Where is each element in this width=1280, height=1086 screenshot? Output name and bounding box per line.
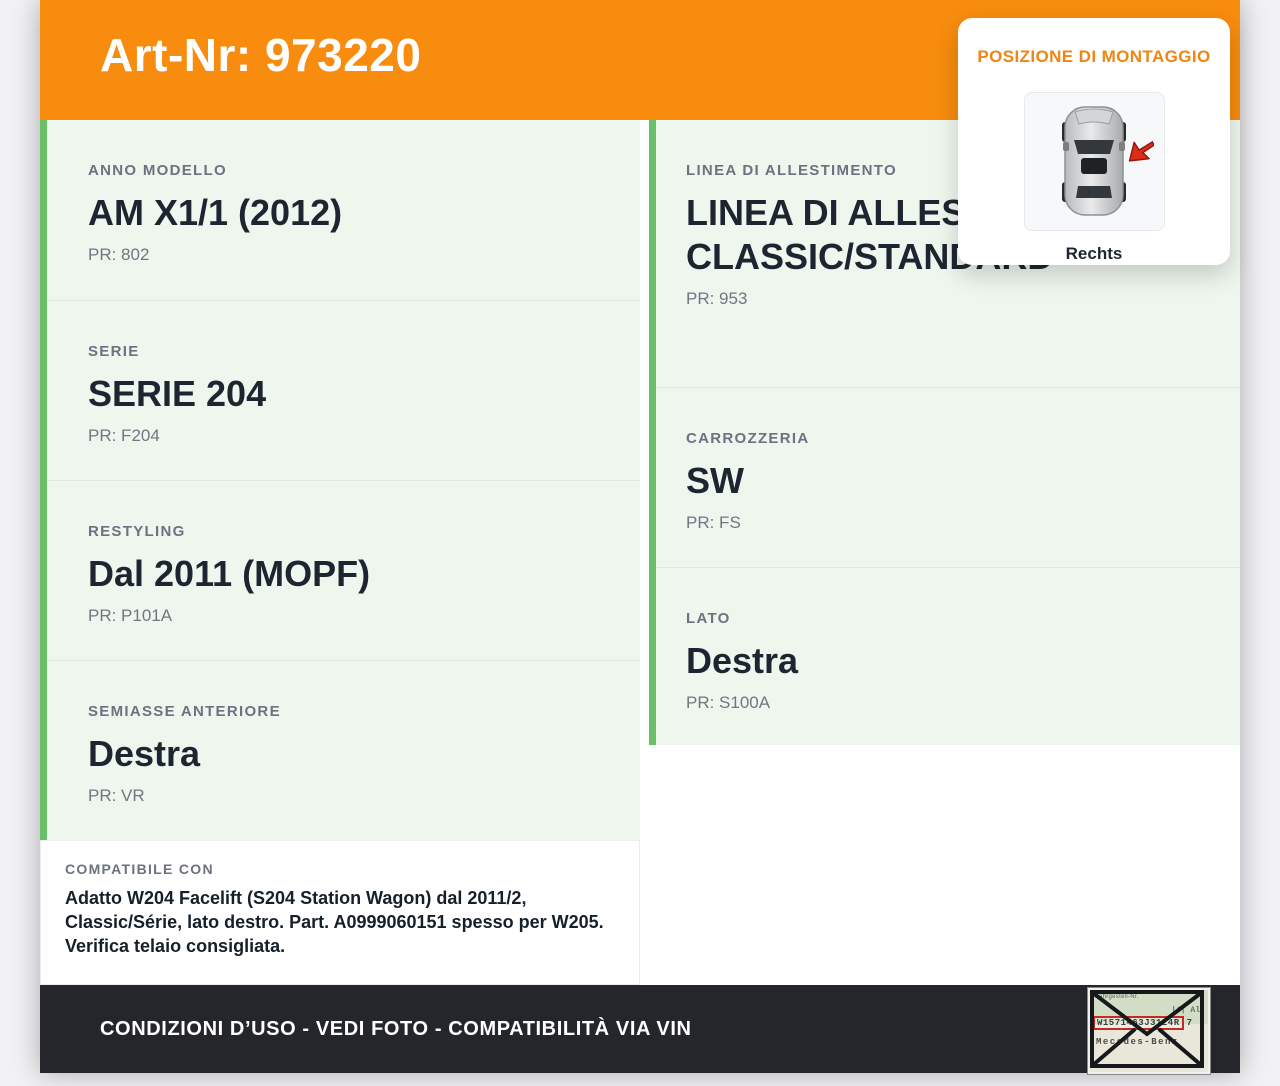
spec-label: CARROZZERIA — [686, 430, 810, 447]
envelope-outline-icon — [1090, 990, 1204, 1068]
spec-section-lato: LATO Destra PR: S100A — [656, 567, 1240, 745]
spec-value: Dal 2011 (MOPF) — [88, 553, 371, 594]
spec-label: RESTYLING — [88, 523, 186, 540]
spec-pr-code: PR: P101A — [88, 605, 173, 625]
left-column: ANNO MODELLO AM X1/1 (2012) PR: 802 SERI… — [40, 120, 640, 985]
spec-pr-code: PR: VR — [88, 785, 145, 805]
mounting-position-card: POSIZIONE DI MONTAGGIO Rechts — [958, 18, 1230, 265]
spec-section-carrozzeria: CARROZZERIA SW PR: FS — [656, 387, 1240, 567]
spec-label: ANNO MODELLO — [88, 162, 227, 179]
left-spec-panel: ANNO MODELLO AM X1/1 (2012) PR: 802 SERI… — [40, 120, 640, 840]
spec-pr-code: PR: 953 — [686, 288, 748, 308]
spec-value: SERIE 204 — [88, 373, 267, 414]
conditions-bar: CONDIZIONI D’USO - VEDI FOTO - COMPATIBI… — [40, 985, 1240, 1074]
spec-section-restyling: RESTYLING Dal 2011 (MOPF) PR: P101A — [47, 480, 640, 660]
listing-page: Art-Nr: 973220 POSIZIONE DI MONTAGGIO Re… — [40, 0, 1240, 1074]
conditions-text: CONDIZIONI D’USO - VEDI FOTO - COMPATIBI… — [100, 1017, 692, 1040]
compatibility-label: COMPATIBILE CON — [65, 861, 214, 877]
spec-value: SW — [686, 460, 744, 501]
spec-pr-code: PR: F204 — [88, 425, 160, 445]
mounting-position-image[interactable] — [1023, 92, 1165, 231]
spec-value: AM X1/1 (2012) — [88, 192, 343, 233]
spec-label: SEMIASSE ANTERIORE — [88, 703, 281, 720]
spec-label: SERIE — [88, 343, 140, 360]
spec-pr-code: PR: FS — [686, 512, 741, 532]
mounting-position-title: POSIZIONE DI MONTAGGIO — [977, 47, 1211, 66]
spec-pr-code: PR: S100A — [686, 692, 771, 712]
spec-section-semiasse-anteriore: SEMIASSE ANTERIORE Destra PR: VR — [47, 660, 640, 840]
spec-section-serie: SERIE SERIE 204 PR: F204 — [47, 300, 640, 480]
mounting-position-caption: Rechts — [1065, 244, 1123, 263]
spec-section-anno-modello: ANNO MODELLO AM X1/1 (2012) PR: 802 — [47, 120, 640, 300]
compatibility-text: Adatto W204 Facelift (S204 Station Wagon… — [65, 888, 604, 956]
spec-value: Destra — [686, 640, 799, 681]
compatibility-card: COMPATIBILE CON Adatto W204 Facelift (S2… — [40, 840, 640, 985]
spec-value: Destra — [88, 733, 201, 774]
spec-pr-code: PR: 802 — [88, 244, 150, 264]
red-down-left-arrow-icon — [1128, 141, 1154, 162]
registration-document-thumbnail[interactable]: Fahrgestell-Nr. |4| Al W1571463J3124R 7 … — [1088, 988, 1210, 1074]
spec-label: LATO — [686, 610, 731, 627]
